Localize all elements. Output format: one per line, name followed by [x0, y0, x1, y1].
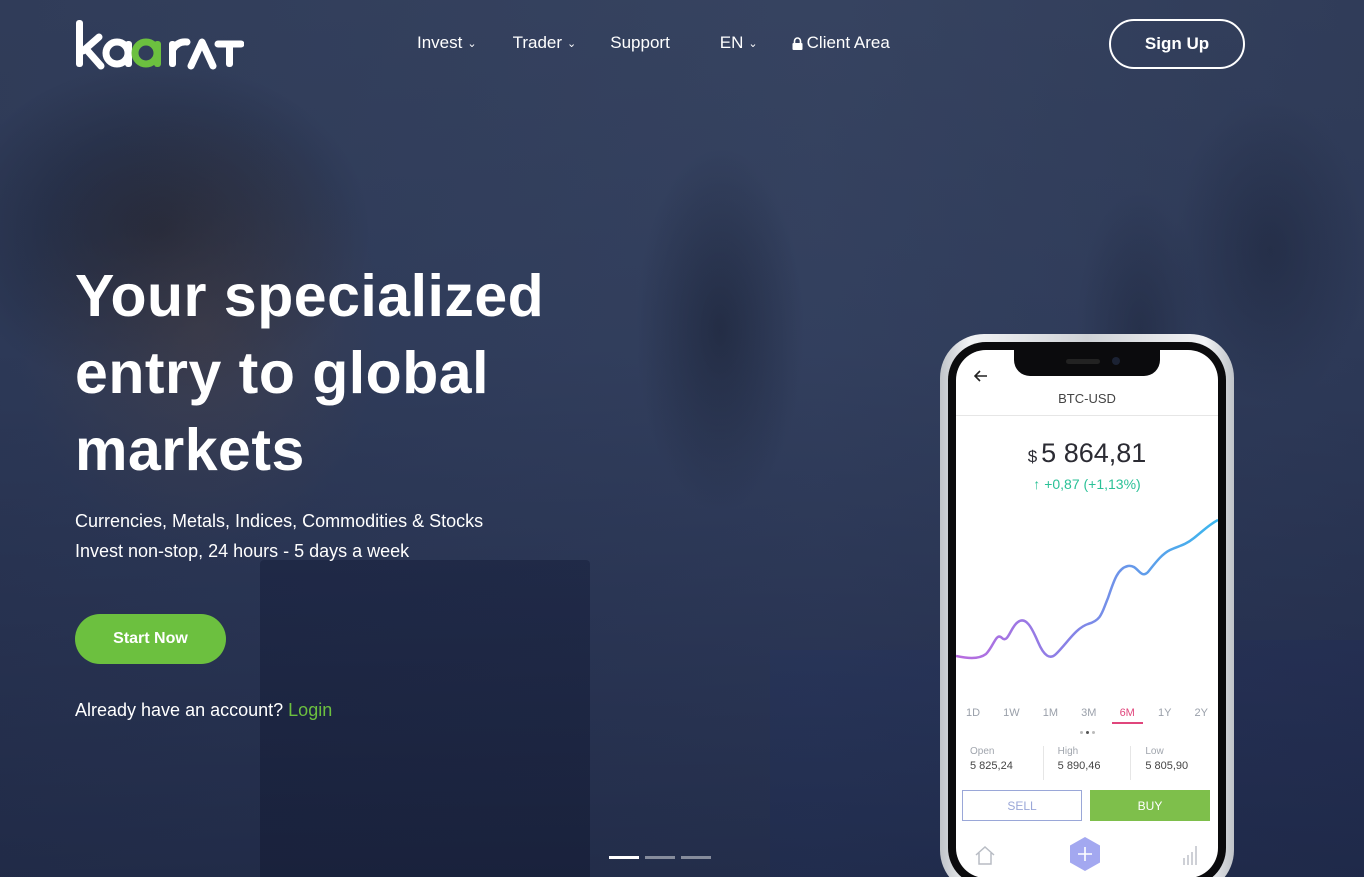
time-range-tab[interactable]: 1M	[1039, 707, 1062, 719]
stat-label: Open	[970, 746, 995, 757]
add-hexagon-icon[interactable]	[1068, 836, 1102, 872]
stat-value: 5 805,90	[1145, 760, 1189, 772]
hero-title: Your specialized entry to global markets	[75, 258, 635, 489]
lock-icon	[792, 36, 803, 50]
time-range-tab[interactable]: 3M	[1077, 707, 1100, 719]
phone-mockup: BTC-USD $5 864,81 ↑ +0,87 (+1,13%) 1D 1W…	[940, 334, 1234, 877]
stat-low: Low 5 805,90	[1131, 746, 1218, 780]
slider-dot[interactable]	[645, 856, 675, 859]
time-range-tab[interactable]: 6M	[1111, 707, 1144, 724]
sign-up-button[interactable]: Sign Up	[1109, 19, 1245, 69]
page-dot	[1086, 731, 1089, 734]
nav-support-label: Support	[610, 33, 670, 52]
nav-client-area[interactable]: Client Area	[792, 33, 890, 53]
slider-dot[interactable]	[681, 856, 711, 859]
arrow-up-icon: ↑	[1033, 476, 1041, 492]
home-icon[interactable]	[974, 844, 996, 866]
slider-dots	[609, 856, 717, 859]
divider	[956, 415, 1218, 416]
phone-notch	[1014, 350, 1160, 376]
language-selector[interactable]: EN ⌄	[720, 33, 758, 53]
stat-value: 5 825,24	[970, 760, 1013, 772]
price-display: $5 864,81	[956, 438, 1218, 469]
main-nav: Invest ⌄ Trader ⌄ Support EN ⌄ Client Ar…	[417, 30, 890, 56]
login-prompt: Already have an account? Login	[75, 700, 332, 721]
hero-title-bold: entry	[75, 340, 222, 406]
price-value: 5 864,81	[1041, 438, 1147, 468]
stat-label: Low	[1145, 746, 1164, 757]
buy-button[interactable]: BUY	[1090, 790, 1210, 821]
hero-subtitle: Currencies, Metals, Indices, Commodities…	[75, 506, 635, 566]
time-range-tab[interactable]: 1Y	[1154, 707, 1175, 719]
login-prompt-text: Already have an account?	[75, 700, 284, 720]
trade-buttons: SELL BUY	[962, 790, 1210, 822]
chevron-down-icon: ⌄	[567, 38, 577, 50]
page-indicator	[1080, 731, 1098, 734]
start-now-button[interactable]: Start Now	[75, 614, 226, 664]
time-range-tab[interactable]: 1W	[999, 707, 1024, 719]
pair-title: BTC-USD	[1058, 391, 1116, 406]
nav-invest-label: Invest	[417, 33, 463, 52]
login-link[interactable]: Login	[288, 700, 332, 720]
camera	[1112, 357, 1120, 365]
phone-tab-bar	[956, 832, 1218, 876]
price-chart	[956, 518, 1218, 660]
client-area-label: Client Area	[806, 33, 890, 52]
page-dot	[1092, 731, 1095, 734]
nav-invest[interactable]: Invest ⌄	[417, 33, 477, 53]
stat-label: High	[1057, 746, 1079, 757]
price-change: ↑ +0,87 (+1,13%)	[956, 476, 1218, 492]
back-arrow-icon[interactable]	[974, 370, 988, 382]
phone-screen: BTC-USD $5 864,81 ↑ +0,87 (+1,13%) 1D 1W…	[956, 350, 1218, 877]
stat-value: 5 890,46	[1057, 760, 1101, 772]
slider-dot[interactable]	[609, 856, 639, 859]
language-label: EN	[719, 33, 744, 52]
price-line	[956, 518, 1218, 660]
price-stats: Open 5 825,24 High 5 890,46 Low 5 805,90	[956, 746, 1218, 780]
stat-high: High 5 890,46	[1044, 746, 1132, 780]
nav-support[interactable]: Support	[610, 33, 670, 53]
kaarat-logo[interactable]	[74, 18, 244, 70]
chevron-down-icon: ⌄	[467, 38, 477, 50]
hero-subtitle-line: Invest non-stop, 24 hours - 5 days a wee…	[75, 541, 410, 561]
sell-button[interactable]: SELL	[962, 790, 1082, 821]
time-range-tab[interactable]: 2Y	[1191, 707, 1212, 719]
hero-title-part: to global	[221, 340, 489, 406]
hero-title-bold: specialized	[223, 263, 545, 329]
nav-trader-label: Trader	[512, 33, 563, 52]
price-change-value: +0,87 (+1,13%)	[1044, 476, 1141, 492]
currency-symbol: $	[1027, 447, 1038, 466]
hero-subtitle-line: Currencies, Metals, Indices, Commodities…	[75, 511, 484, 531]
speaker	[1066, 359, 1100, 364]
stat-open: Open 5 825,24	[956, 746, 1044, 780]
nav-trader[interactable]: Trader ⌄	[513, 33, 577, 53]
hero-title-part: Your	[75, 263, 224, 329]
time-range-tabs: 1D 1W 1M 3M 6M 1Y 2Y	[962, 707, 1212, 724]
chevron-down-icon: ⌄	[748, 38, 758, 50]
time-range-tab[interactable]: 1D	[962, 707, 984, 719]
hero-title-part: markets	[75, 417, 305, 483]
phone-bezel: BTC-USD $5 864,81 ↑ +0,87 (+1,13%) 1D 1W…	[948, 342, 1226, 877]
site-header: Invest ⌄ Trader ⌄ Support EN ⌄ Client Ar…	[0, 0, 1364, 90]
page-dot	[1080, 731, 1083, 734]
chart-bars-icon[interactable]	[1182, 844, 1200, 866]
